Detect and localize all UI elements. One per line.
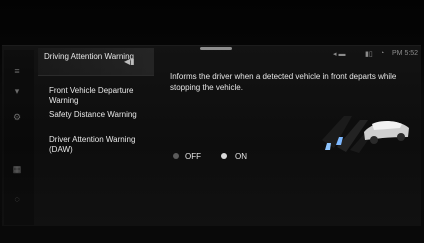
on-radio[interactable] xyxy=(221,153,227,159)
clock: PM 5:52 xyxy=(392,50,419,57)
battery-icon: ▮▯ xyxy=(365,51,373,58)
menu-label-driving-attention-warning: Driving Attention Warning xyxy=(44,52,134,61)
menu-icon[interactable]: ≡ xyxy=(10,66,24,76)
drag-handle[interactable] xyxy=(200,47,232,50)
menu-item-safety-distance-warning[interactable]: Safety Distance Warning xyxy=(49,110,159,120)
feature-description: Informs the driver when a detected vehic… xyxy=(170,72,397,92)
sound-icon: ◀▮ xyxy=(124,57,135,66)
menu-item-front-vehicle-departure-warning[interactable]: Front Vehicle Departure Warning xyxy=(49,86,159,106)
settings-icon[interactable]: ⚙ xyxy=(10,112,24,122)
signal-icon: ◂ ▬ xyxy=(333,51,346,58)
vehicle-illustration xyxy=(322,116,409,153)
wifi-icon: ◔ xyxy=(380,50,385,57)
on-label[interactable]: ON xyxy=(235,152,247,162)
off-radio[interactable] xyxy=(173,153,179,159)
screen-icon[interactable]: ▦ xyxy=(10,164,24,174)
car-icon[interactable]: ▾ xyxy=(10,86,24,96)
power-icon[interactable]: ◌ xyxy=(10,194,24,204)
off-label[interactable]: OFF xyxy=(185,152,201,162)
menu-item-driver-attention-warning[interactable]: Driver Attention Warning (DAW) xyxy=(49,135,159,155)
